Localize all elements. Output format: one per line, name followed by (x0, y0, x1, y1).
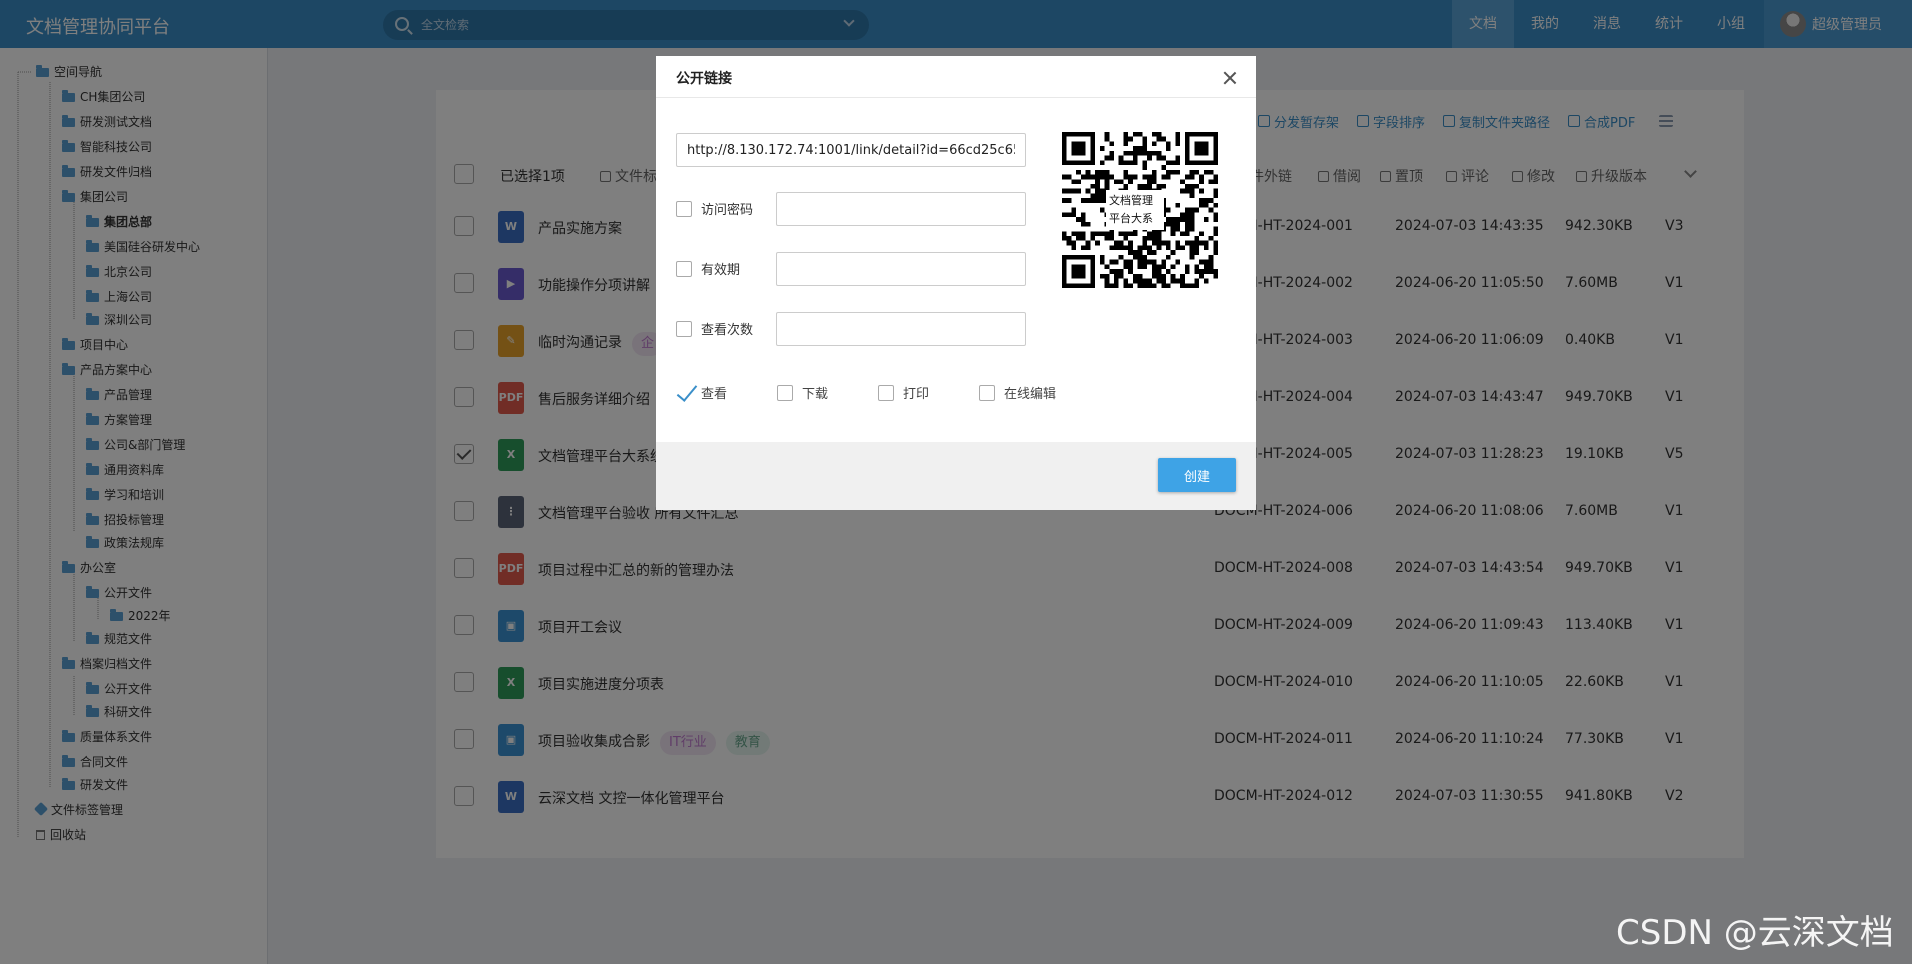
download-checkbox[interactable] (777, 384, 793, 401)
validity-option[interactable]: 有效期 (676, 259, 740, 278)
perm-download[interactable]: 下载 (777, 383, 828, 402)
view-count-option[interactable]: 查看次数 (676, 319, 753, 338)
online-edit-checkbox[interactable] (979, 384, 995, 401)
dialog-header: 公开链接 (656, 56, 1256, 98)
qr-code: 文档管理 平台大系 (1062, 132, 1218, 288)
view-count-input[interactable] (776, 312, 1026, 346)
perm-view[interactable]: 查看 (676, 383, 727, 402)
password-option[interactable]: 访问密码 (676, 199, 753, 218)
watermark: CSDN @云深文档 (1616, 913, 1894, 953)
password-checkbox[interactable] (676, 200, 692, 217)
validity-input[interactable] (776, 252, 1026, 286)
dialog-footer: 创建 (656, 442, 1256, 510)
public-link-field[interactable] (676, 133, 1026, 167)
create-button[interactable]: 创建 (1158, 458, 1236, 492)
view-count-checkbox[interactable] (676, 320, 692, 337)
password-input[interactable] (776, 192, 1026, 226)
print-checkbox[interactable] (878, 384, 894, 401)
view-checkbox[interactable] (676, 384, 692, 401)
perm-online-edit[interactable]: 在线编辑 (979, 383, 1056, 402)
perm-print[interactable]: 打印 (878, 383, 929, 402)
public-link-dialog: 公开链接 访问密码 有效期 查看次数 查看 下载 打印 在线编辑 文档管理 平台… (656, 56, 1256, 510)
qr-label: 文档管理 平台大系 (1106, 190, 1164, 230)
close-icon[interactable] (1222, 70, 1238, 86)
dialog-title: 公开链接 (676, 71, 732, 87)
validity-checkbox[interactable] (676, 260, 692, 277)
